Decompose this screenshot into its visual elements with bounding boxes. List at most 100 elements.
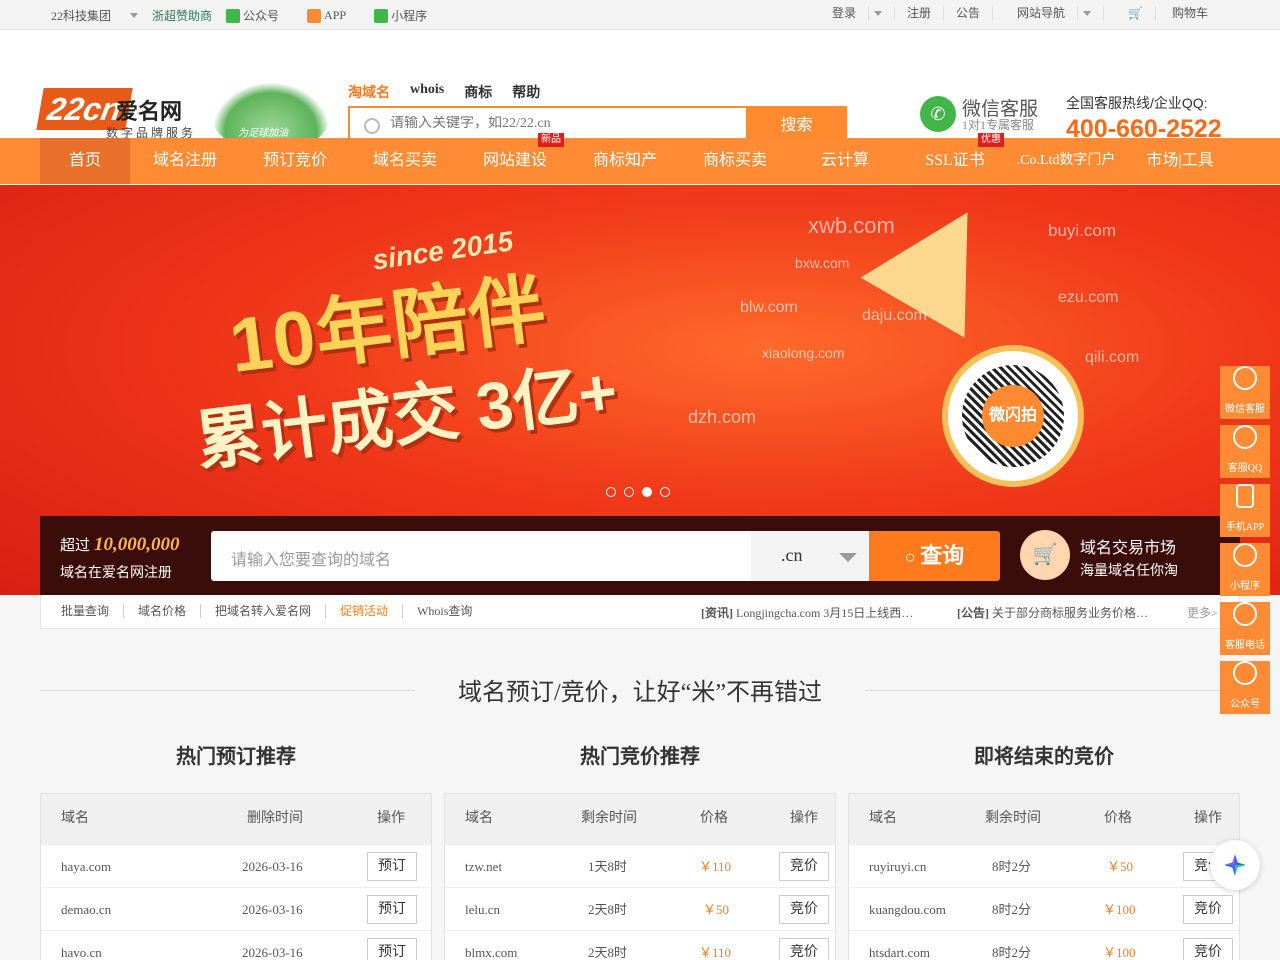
domain-cell[interactable]: tzw.net — [465, 845, 502, 888]
nav-reserve-auction[interactable]: 预订竞价 — [240, 138, 350, 184]
nav-label: 商标知产 — [592, 152, 657, 169]
bid-button[interactable]: 竞价 — [779, 938, 829, 960]
domain-query-bar: 超过 10,000,000 域名在爱名网注册 请输入您要查询的域名 .cn ○ 查… — [40, 516, 1240, 595]
nav-trademark-ip[interactable]: 商标知产 — [570, 138, 680, 184]
player-slogan: 为足球加油 — [238, 128, 288, 139]
nav-cloud[interactable]: 云计算 — [790, 138, 900, 184]
domain-cell[interactable]: htsdart.com — [869, 931, 930, 960]
banner-domain: xiaolong.com — [762, 345, 845, 361]
login-link[interactable]: 登录 — [808, 6, 895, 20]
qq-icon — [1233, 425, 1257, 449]
domain-cell[interactable]: haya.com — [61, 845, 111, 888]
shopping-cart-icon[interactable]: 🛒 — [1020, 530, 1070, 580]
divider — [40, 690, 415, 691]
app-link[interactable]: APP — [307, 8, 360, 23]
reserve-button[interactable]: 预订 — [367, 895, 417, 924]
sparkle-icon — [1224, 854, 1246, 876]
link-whois[interactable]: Whois查询 — [403, 604, 486, 618]
time-cell: 8时2分 — [992, 902, 1032, 917]
time-cell: 2026-03-16 — [242, 902, 303, 917]
tab-domain[interactable]: 淘域名 — [348, 82, 390, 102]
domain-query-button[interactable]: ○ 查询 — [869, 531, 1000, 581]
sidebar-phone[interactable]: 客服电话 — [1220, 602, 1270, 655]
site-nav-link[interactable]: 网站导航 — [993, 6, 1105, 20]
domain-cell[interactable]: lelu.cn — [465, 888, 500, 931]
nav-home[interactable]: 首页 — [40, 138, 130, 184]
nav-domain-register[interactable]: 域名注册 — [130, 138, 240, 184]
bid-button[interactable]: 竞价 — [779, 895, 829, 924]
table-row: kuangdou.com 8时2分 ￥100 竞价 — [849, 887, 1239, 930]
nav-label: 首页 — [68, 152, 101, 169]
bid-button[interactable]: 竞价 — [779, 852, 829, 881]
domain-cell[interactable]: demao.cn — [61, 888, 111, 931]
carousel-dot[interactable] — [624, 487, 634, 497]
domain-query-input[interactable]: 请输入您要查询的域名 — [211, 531, 751, 581]
header-cell: 剩余时间 — [985, 811, 1041, 826]
nav-label: 商标买卖 — [702, 152, 767, 169]
sidebar-mini-program[interactable]: 小程序 — [1220, 543, 1270, 596]
link-promotions[interactable]: 促销活动 — [326, 604, 404, 618]
group-label: 22科技集团 — [51, 9, 112, 23]
sidebar-label: 手机APP — [1225, 522, 1265, 533]
sidebar-wechat-official[interactable]: 公众号 — [1220, 661, 1270, 714]
tab-whois[interactable]: whois — [410, 82, 444, 102]
chevron-down-icon — [1083, 10, 1092, 16]
carousel-dot-active[interactable] — [642, 487, 652, 497]
price-cell: ￥100 — [1103, 945, 1136, 960]
carousel-dot[interactable] — [660, 487, 670, 497]
search-tabs: 淘域名 whois 商标 帮助 — [348, 82, 540, 102]
header-search-input[interactable] — [390, 116, 730, 132]
domain-cell[interactable]: kuangdou.com — [869, 888, 946, 931]
right-sidebar: 微信客服 客服QQ 手机APP 小程序 客服电话 公众号 — [1220, 360, 1270, 718]
register-link[interactable]: 注册 — [895, 6, 944, 20]
banner-domain: xwb.com — [808, 213, 895, 238]
link-domain-price[interactable]: 域名价格 — [124, 604, 202, 618]
table-row: lelu.cn 2天8时 ￥50 竞价 — [445, 887, 835, 930]
nav-website-build[interactable]: 网站建设 新品 — [460, 133, 570, 184]
bid-button[interactable]: 竞价 — [1183, 938, 1233, 960]
nav-co-ltd[interactable]: .Co.Ltd数字门户 — [1010, 138, 1122, 184]
cart-icon: 🛒 — [1116, 6, 1156, 20]
notice-text: 关于部分商标服务业务价格… — [992, 606, 1149, 620]
sidebar-label: 微信客服 — [1225, 404, 1265, 415]
query-button-label: 查询 — [920, 543, 965, 568]
header-cell: 域名 — [61, 811, 89, 826]
login-label: 登录 — [820, 6, 869, 20]
notice-item[interactable]: [公告] 关于部分商标服务业务价格… — [957, 604, 1187, 621]
group-link[interactable]: 22科技集团 — [51, 7, 139, 24]
assistant-float-button[interactable] — [1210, 840, 1260, 890]
nav-trademark-trade[interactable]: 商标买卖 — [680, 138, 790, 184]
domain-cell[interactable]: ruyiruyi.cn — [869, 845, 926, 888]
domain-cell[interactable]: blmx.com — [465, 931, 517, 960]
tab-help[interactable]: 帮助 — [512, 82, 540, 102]
nav-market-tools[interactable]: 市场|工具 — [1122, 138, 1238, 184]
nav-domain-trade[interactable]: 域名买卖 — [350, 138, 460, 184]
mini-program-link[interactable]: 小程序 — [374, 7, 441, 24]
reserve-button[interactable]: 预订 — [367, 852, 417, 881]
sidebar-app[interactable]: 手机APP — [1220, 484, 1270, 537]
tld-select[interactable]: .cn — [751, 531, 869, 581]
reserve-button[interactable]: 预订 — [367, 938, 417, 960]
link-transfer-in[interactable]: 把域名转入爱名网 — [201, 604, 327, 618]
count-value: 10,000,000 — [94, 534, 180, 555]
news-item[interactable]: [资讯] Longjingcha.com 3月15日上线西… — [701, 604, 931, 621]
phone-call-icon — [1233, 602, 1257, 626]
sidebar-wechat-service[interactable]: 微信客服 — [1220, 366, 1270, 419]
nav-ssl[interactable]: SSL证书 优惠 — [900, 133, 1010, 184]
tab-trademark[interactable]: 商标 — [464, 82, 492, 102]
quick-links-bar: 批量查询 域名价格 把域名转入爱名网 促销活动 Whois查询 [资讯] Lon… — [40, 595, 1240, 629]
sponsor-link[interactable]: 浙超赞助商 — [152, 7, 212, 24]
header-cell: 域名 — [869, 811, 897, 826]
promo-badge: 优惠 — [978, 133, 1004, 147]
domain-cell[interactable]: havo.cn — [61, 931, 102, 960]
bid-button[interactable]: 竞价 — [1183, 895, 1233, 924]
wechat-official-link[interactable]: 公众号 — [226, 7, 293, 24]
notice-link[interactable]: 公告 — [944, 6, 994, 20]
link-batch-query[interactable]: 批量查询 — [61, 604, 125, 618]
market-title[interactable]: 域名交易市场 — [1080, 534, 1176, 558]
cart-link[interactable]: 🛒 购物车 — [1104, 6, 1232, 20]
sidebar-qq[interactable]: 客服QQ — [1220, 425, 1270, 478]
table-row: tzw.net 1天8时 ￥110 竞价 — [445, 844, 835, 887]
more-link[interactable]: 更多> — [1187, 604, 1218, 621]
carousel-dot[interactable] — [606, 487, 616, 497]
